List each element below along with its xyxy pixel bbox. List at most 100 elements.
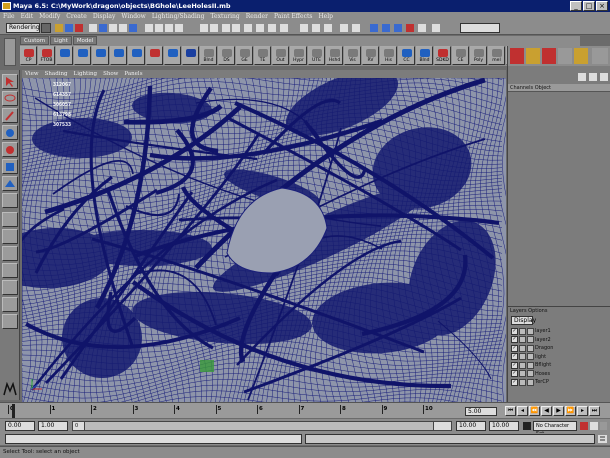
shelf-icon[interactable]: [164, 46, 181, 65]
tab-model[interactable]: Model: [72, 36, 98, 45]
shelf-icon[interactable]: CC: [398, 46, 415, 65]
shelf-icon[interactable]: [74, 46, 91, 65]
manipulator-tool-icon[interactable]: [2, 176, 18, 191]
layout-two-icon[interactable]: [2, 246, 18, 261]
tab-light[interactable]: Light: [50, 36, 72, 45]
menu-help[interactable]: Help: [318, 13, 333, 20]
layer-visibility-checkbox[interactable]: ✓: [511, 378, 518, 386]
select-tool-icon[interactable]: [2, 74, 18, 89]
layout-four-icon[interactable]: [2, 229, 18, 244]
panel-menu-panels[interactable]: Panels: [124, 71, 142, 77]
viewport-panel[interactable]: View Shading Lighting Show Panels 312067 614…: [22, 70, 506, 403]
layer-color-swatch[interactable]: [527, 344, 534, 352]
shelf-icon[interactable]: FTOB: [38, 46, 55, 65]
rotate-tool-icon[interactable]: [2, 142, 18, 157]
step-forward-key-button[interactable]: ⏩: [565, 406, 576, 416]
layout-render-icon[interactable]: [2, 314, 18, 329]
layer-row[interactable]: ✓ light: [511, 353, 610, 362]
layer-color-swatch[interactable]: [527, 327, 534, 335]
layer-visibility-checkbox[interactable]: ✓: [511, 361, 518, 369]
layer-color-swatch[interactable]: [527, 361, 534, 369]
step-forward-button[interactable]: ▸: [577, 406, 588, 416]
layer-row[interactable]: ✓ layer2: [511, 336, 610, 345]
panel-toggle-icons[interactable]: [576, 72, 610, 82]
menu-display[interactable]: Display: [93, 13, 116, 20]
last-tool-icon[interactable]: [2, 193, 18, 208]
layer-display-dropdown[interactable]: Display: [511, 316, 536, 325]
layer-template-toggle[interactable]: [519, 327, 526, 335]
shelf-icon[interactable]: Vis: [344, 46, 361, 65]
play-forward-button[interactable]: ▶: [553, 406, 564, 416]
menu-edit[interactable]: Edit: [21, 13, 34, 20]
shelf-icon[interactable]: His: [380, 46, 397, 65]
shelf-menu-button[interactable]: [4, 38, 16, 66]
move-tool-icon[interactable]: [2, 125, 18, 140]
range-slider[interactable]: 0: [72, 421, 452, 431]
current-time-marker[interactable]: [12, 404, 15, 418]
shelf-icon[interactable]: CE: [452, 46, 469, 65]
quick-selection-field[interactable]: [460, 23, 500, 33]
lasso-tool-icon[interactable]: [2, 91, 18, 106]
shelf-icon[interactable]: RV: [362, 46, 379, 65]
layer-template-toggle[interactable]: [519, 370, 526, 378]
animation-start-field[interactable]: 0.00: [5, 421, 35, 431]
layout-outliner-icon[interactable]: [2, 263, 18, 278]
play-backward-button[interactable]: ◀: [541, 406, 552, 416]
layer-row[interactable]: ✓ Dragon: [511, 344, 610, 353]
menu-file[interactable]: File: [3, 13, 15, 20]
layer-visibility-checkbox[interactable]: ✓: [511, 370, 518, 378]
shelf-icon[interactable]: [146, 46, 163, 65]
shelf-icon[interactable]: TE: [254, 46, 271, 65]
layer-template-toggle[interactable]: [519, 361, 526, 369]
character-set-dropdown[interactable]: No Character Set: [533, 421, 577, 437]
shelf-icon[interactable]: [182, 46, 199, 65]
shelf-icon[interactable]: CP: [20, 46, 37, 65]
chevron-down-icon[interactable]: [41, 23, 51, 33]
panel-menu-view[interactable]: View: [25, 71, 39, 77]
shelf-icon[interactable]: Blnd: [200, 46, 217, 65]
menu-window[interactable]: Window: [121, 13, 145, 20]
layer-template-toggle[interactable]: [519, 336, 526, 344]
step-back-key-button[interactable]: ⏪: [529, 406, 540, 416]
layer-row[interactable]: ✓ Hoses: [511, 370, 610, 379]
menu-create[interactable]: Create: [66, 13, 87, 20]
layer-visibility-checkbox[interactable]: ✓: [511, 327, 518, 335]
layer-color-swatch[interactable]: [527, 353, 534, 361]
shelf-icon[interactable]: Hypr: [290, 46, 307, 65]
layer-template-toggle[interactable]: [519, 344, 526, 352]
script-editor-icon[interactable]: [598, 435, 607, 443]
shelf-icon[interactable]: Poly Count: [470, 46, 487, 65]
menu-lighting-shading[interactable]: Lighting/Shading: [152, 13, 205, 20]
layer-visibility-checkbox[interactable]: ✓: [511, 344, 518, 352]
paint-select-tool-icon[interactable]: [2, 108, 18, 123]
menu-texturing[interactable]: Texturing: [211, 13, 240, 20]
layer-color-swatch[interactable]: [527, 370, 534, 378]
panel-menu-show[interactable]: Show: [103, 71, 118, 77]
step-back-button[interactable]: ◂: [517, 406, 528, 416]
layer-color-swatch[interactable]: [527, 336, 534, 344]
layer-row[interactable]: ✓ Bflight: [511, 361, 610, 370]
layout-single-icon[interactable]: [2, 212, 18, 227]
layer-row[interactable]: ✓ layer1: [511, 327, 610, 336]
menu-render[interactable]: Render: [246, 13, 268, 20]
shelf-icon[interactable]: [92, 46, 109, 65]
tab-custom[interactable]: Custom: [20, 36, 50, 45]
range-end-handle[interactable]: [433, 422, 451, 430]
menu-modify[interactable]: Modify: [39, 13, 60, 20]
mel-command-input[interactable]: [5, 434, 302, 444]
layer-visibility-checkbox[interactable]: ✓: [511, 353, 518, 361]
menu-paint-effects[interactable]: Paint Effects: [274, 13, 313, 20]
layer-visibility-checkbox[interactable]: ✓: [511, 336, 518, 344]
close-button[interactable]: ×: [596, 1, 608, 11]
auto-key-icons[interactable]: [580, 421, 608, 431]
character-set-icon[interactable]: [523, 422, 531, 430]
shelf-icon[interactable]: [128, 46, 145, 65]
playback-start-field[interactable]: 1.00: [38, 421, 68, 431]
shelf-icon[interactable]: [110, 46, 127, 65]
shelf-icon[interactable]: [56, 46, 73, 65]
shelf-icon[interactable]: mel: [488, 46, 505, 65]
layer-color-swatch[interactable]: [527, 378, 534, 386]
playback-end-field[interactable]: 10.00: [456, 421, 486, 431]
panel-menu-lighting[interactable]: Lighting: [74, 71, 98, 77]
layout-graph-icon[interactable]: [2, 280, 18, 295]
